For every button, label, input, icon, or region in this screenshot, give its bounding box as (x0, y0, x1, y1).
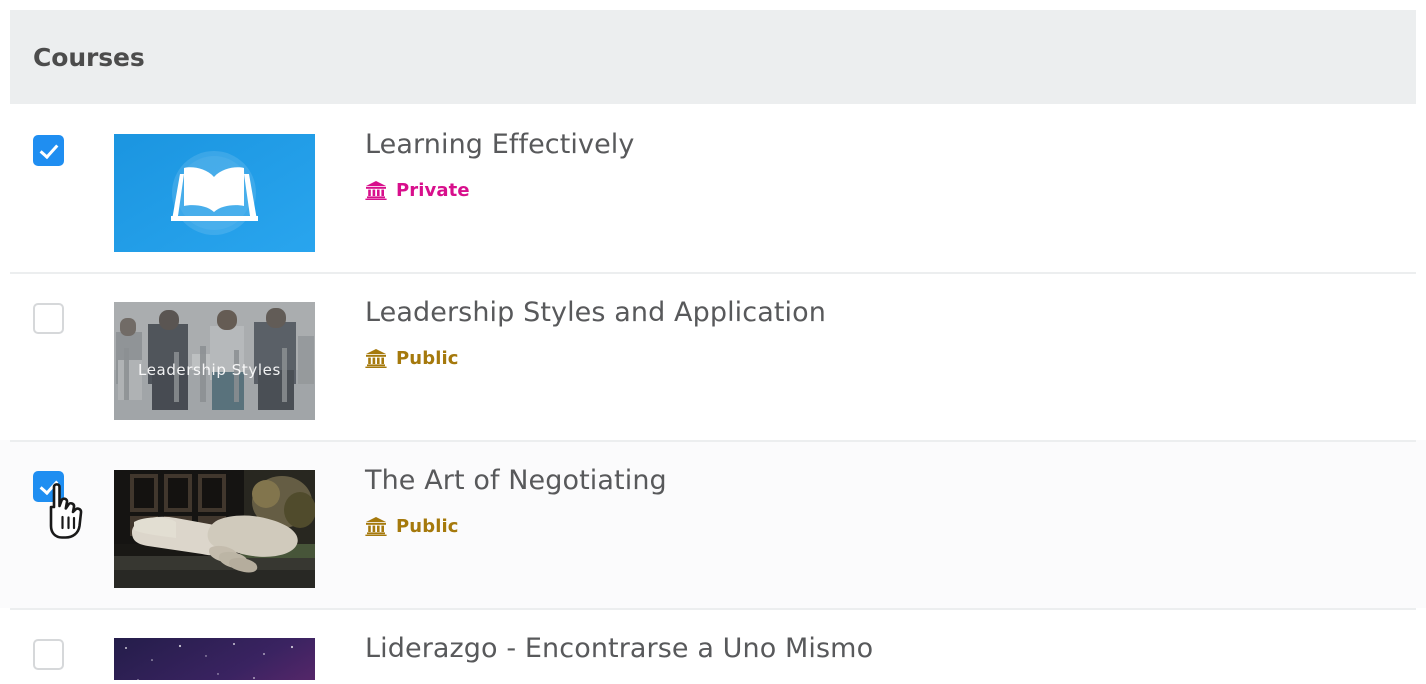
course-title[interactable]: Learning Effectively (365, 129, 1426, 161)
course-info-cell: Learning Effectively Private (365, 104, 1426, 201)
course-info-cell: Leadership Styles and Application Public (365, 272, 1426, 369)
course-thumbnail[interactable]: Leadership Styles (114, 302, 315, 420)
course-list: Learning Effectively Private Leadership … (0, 104, 1426, 680)
course-info-cell: Liderazgo - Encontrarse a Uno Mismo (365, 608, 1426, 665)
select-course-checkbox[interactable] (33, 471, 64, 502)
thumbnail-cell (114, 608, 365, 680)
course-thumbnail[interactable] (114, 134, 315, 252)
course-list-page: Courses Learning Effectively Private Lea… (0, 0, 1426, 684)
open-book-icon (114, 134, 315, 252)
status-badge: Public (365, 348, 1426, 369)
table-row[interactable]: Learning Effectively Private (0, 104, 1426, 272)
thumbnail-cell: Leadership Styles (114, 272, 365, 420)
visibility-label: Private (396, 179, 470, 201)
starfield-portrait-photo (114, 638, 315, 680)
course-thumbnail[interactable] (114, 470, 315, 588)
select-course-checkbox[interactable] (33, 639, 64, 670)
courses-header: Courses (10, 10, 1416, 104)
checkbox-cell (0, 608, 114, 670)
status-badge: Private (365, 180, 1426, 201)
page-title: Courses (33, 42, 145, 72)
visibility-label: Public (396, 347, 459, 369)
checkbox-cell (0, 440, 114, 502)
select-course-checkbox[interactable] (33, 303, 64, 334)
select-course-checkbox[interactable] (33, 135, 64, 166)
thumbnail-cell (114, 104, 365, 252)
institution-icon (365, 517, 387, 537)
institution-icon (365, 181, 387, 201)
checkbox-cell (0, 272, 114, 334)
leadership-styles-photo: Leadership Styles (114, 302, 315, 420)
table-row[interactable]: Leadership Styles Leadership Styles and … (0, 272, 1426, 440)
course-info-cell: The Art of Negotiating Public (365, 440, 1426, 537)
visibility-label: Public (396, 515, 459, 537)
course-title[interactable]: Liderazgo - Encontrarse a Uno Mismo (365, 633, 1426, 665)
handshake-sculpture-photo (114, 470, 315, 588)
course-title[interactable]: Leadership Styles and Application (365, 297, 1426, 329)
institution-icon (365, 349, 387, 369)
table-row[interactable]: The Art of Negotiating Public (0, 440, 1426, 608)
svg-text:Leadership Styles: Leadership Styles (138, 361, 281, 379)
table-row[interactable]: Liderazgo - Encontrarse a Uno Mismo (0, 608, 1426, 680)
course-title[interactable]: The Art of Negotiating (365, 465, 1426, 497)
thumbnail-cell (114, 440, 365, 588)
status-badge: Public (365, 516, 1426, 537)
checkbox-cell (0, 104, 114, 166)
course-thumbnail[interactable] (114, 638, 315, 680)
